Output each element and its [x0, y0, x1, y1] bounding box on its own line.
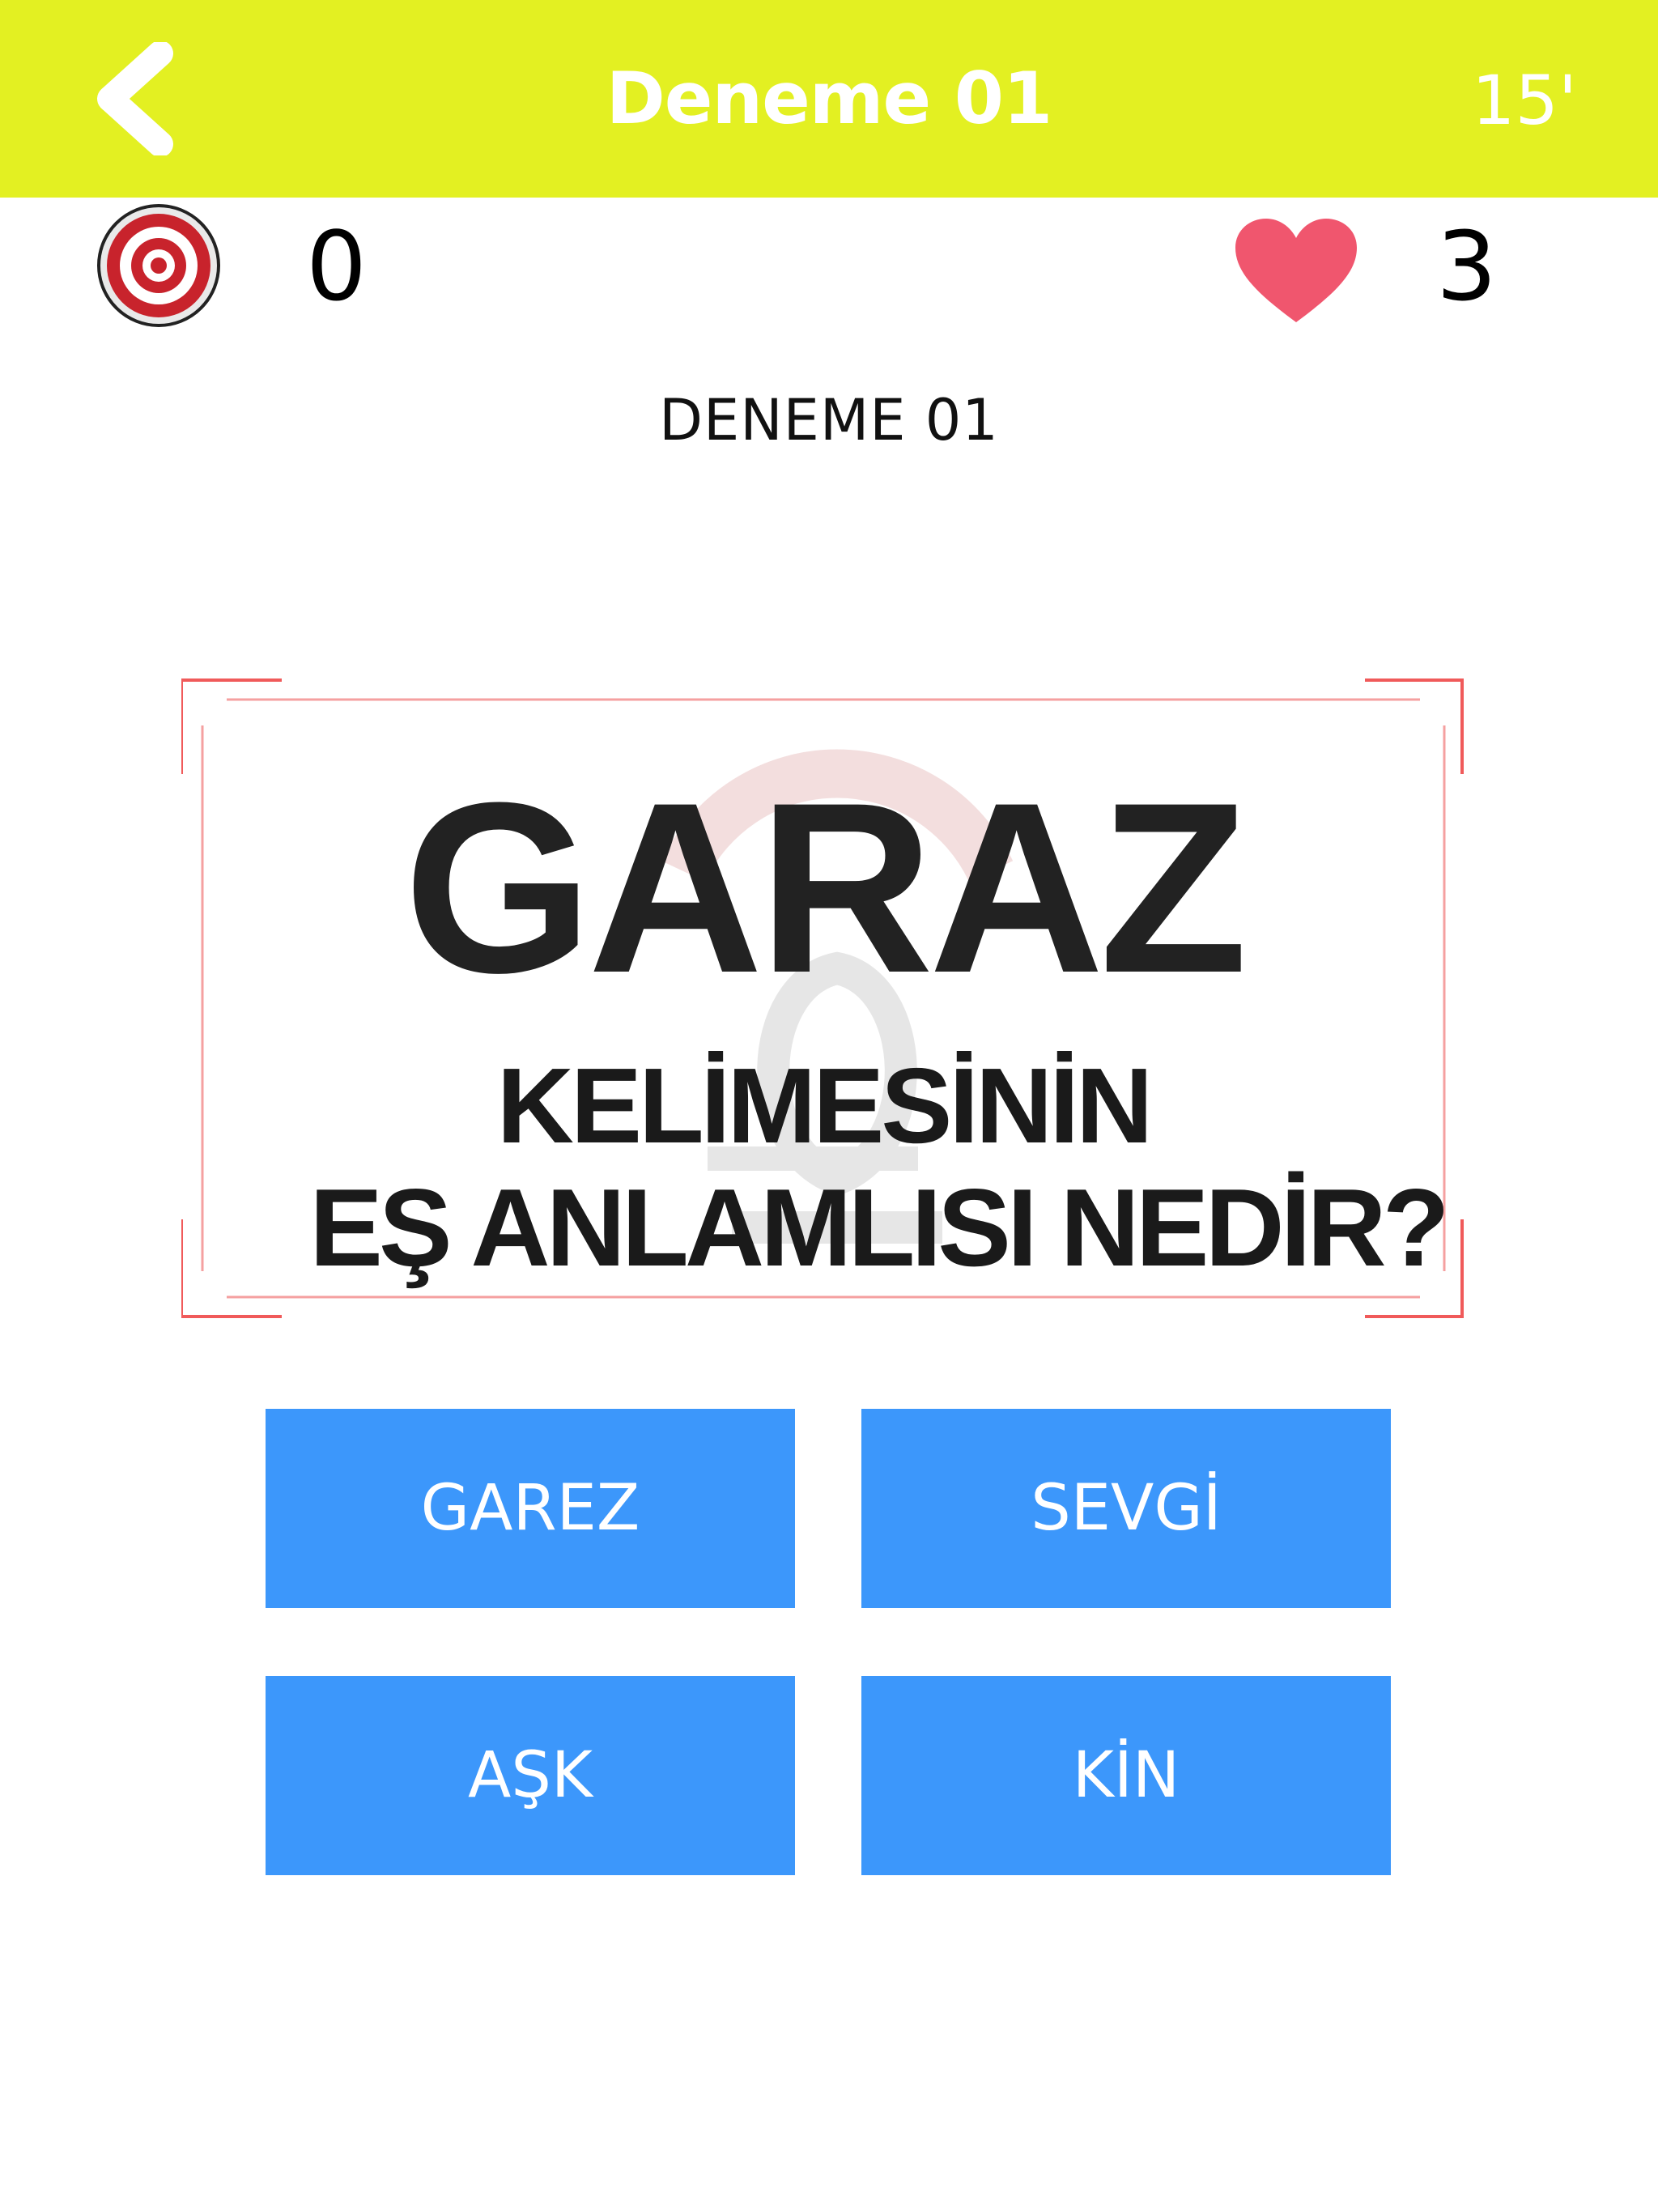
- quiz-subtitle: DENEME 01: [659, 387, 999, 453]
- stats-row: 0 3: [0, 198, 1658, 359]
- timer-display: 15': [1472, 61, 1577, 140]
- chevron-left-icon: [97, 42, 173, 155]
- target-icon: [96, 202, 222, 329]
- heart-icon: [1232, 215, 1360, 325]
- answer-button-kin[interactable]: KİN: [861, 1676, 1391, 1875]
- question-line-1: KELİMESİNİN: [496, 1046, 1154, 1165]
- page-title: Deneme 01: [606, 57, 1053, 140]
- score-value: 0: [306, 211, 368, 322]
- back-button[interactable]: [89, 42, 178, 155]
- lives-value: 3: [1436, 211, 1498, 322]
- question-line-2: EŞ ANLAMLISI NEDİR?: [309, 1166, 1450, 1289]
- answer-button-sevgi[interactable]: SEVGİ: [861, 1409, 1391, 1608]
- question-card: GARAZ KELİMESİNİN EŞ ANLAMLISI NEDİR?: [181, 677, 1465, 1320]
- answer-button-garez[interactable]: GAREZ: [266, 1409, 795, 1608]
- header-bar: Deneme 01 15': [0, 0, 1658, 198]
- question-word: GARAZ: [403, 751, 1248, 1023]
- answer-button-ask[interactable]: AŞK: [266, 1676, 795, 1875]
